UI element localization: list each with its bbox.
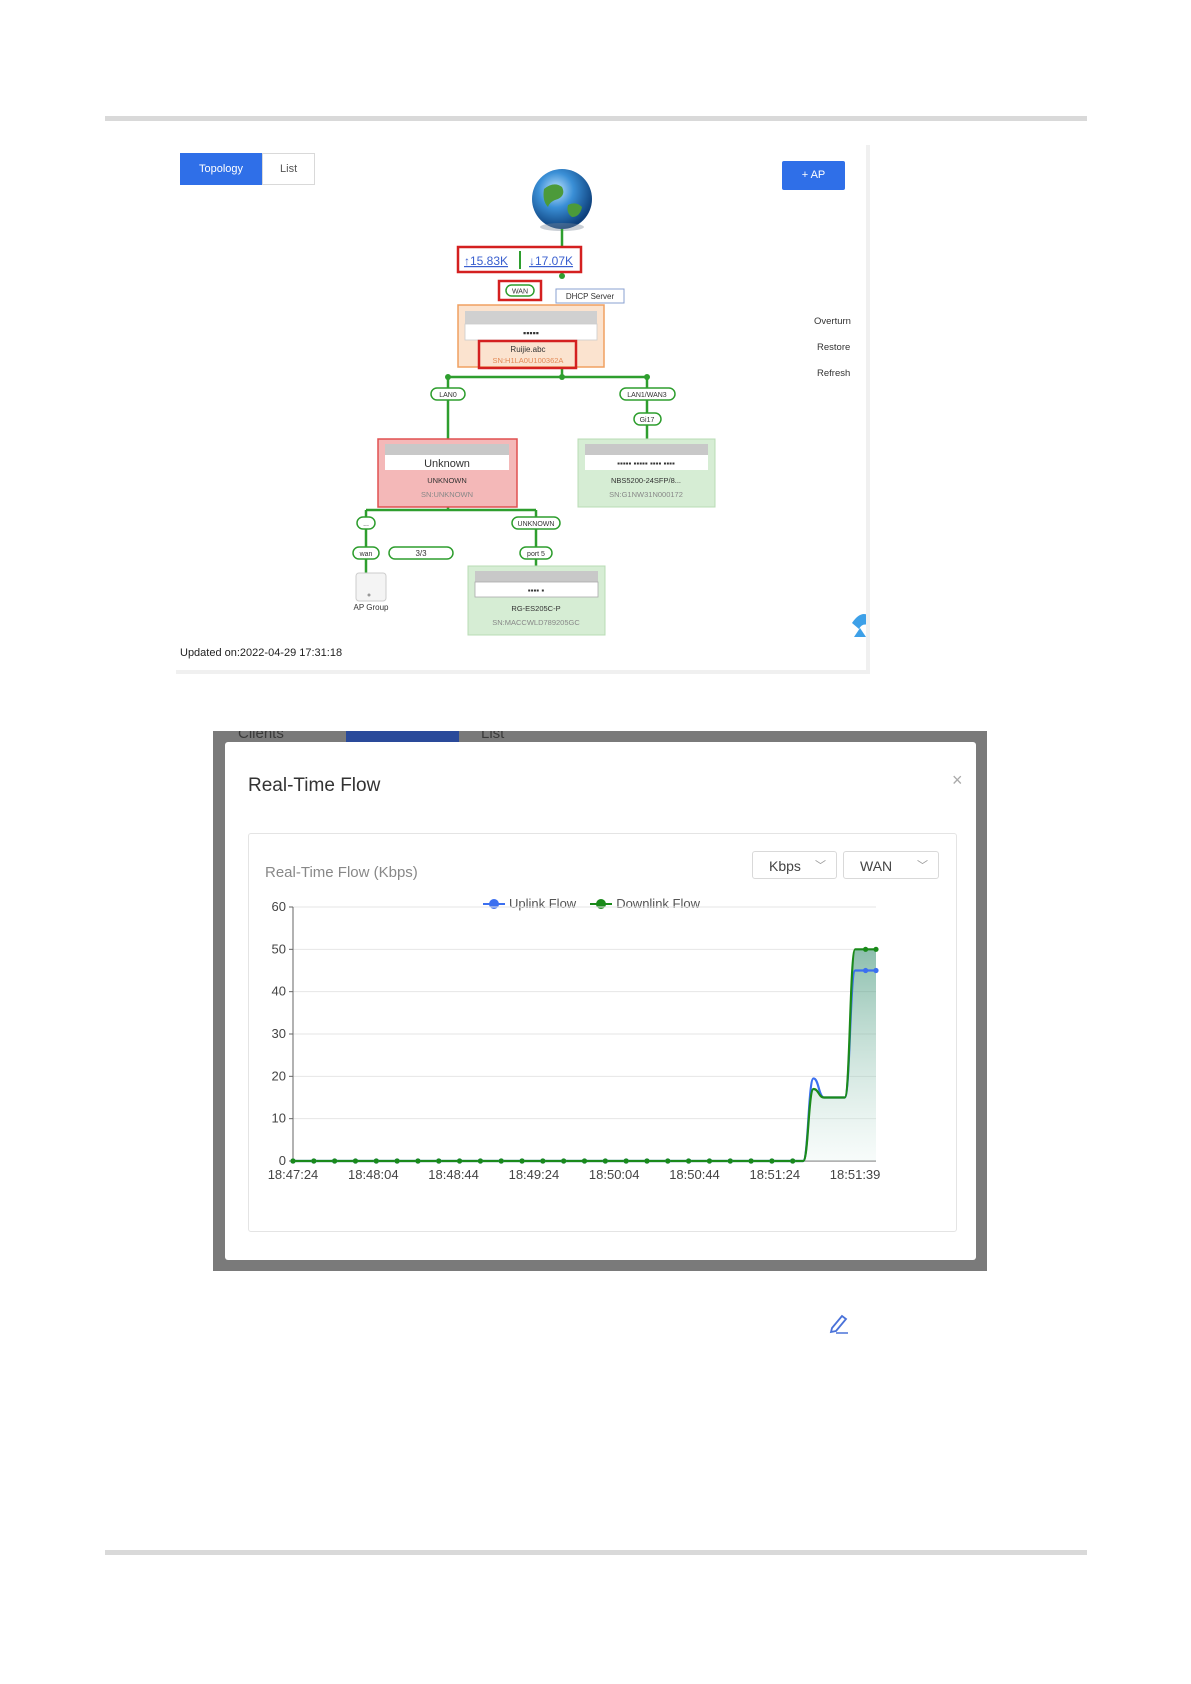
y-tick-label: 10 xyxy=(272,1111,286,1126)
wan-port-label: WAN xyxy=(512,289,528,296)
overturn-link[interactable]: Overturn xyxy=(814,316,851,327)
x-tick-label: 18:50:44 xyxy=(669,1167,720,1182)
top-rule xyxy=(105,116,1087,121)
topology-graph: ↑15.83K ↓17.07K WAN DHCP Server ▪▪▪▪▪ Ru… xyxy=(352,169,866,637)
x-tick-label: 18:48:44 xyxy=(428,1167,479,1182)
downlink-point xyxy=(415,1158,421,1164)
downlink-point xyxy=(311,1158,317,1164)
sub-label-wan: wan xyxy=(359,551,373,558)
downlink-point xyxy=(519,1158,525,1164)
uplink-series-line xyxy=(293,969,876,1163)
uplink-point xyxy=(862,967,869,974)
bg-list-text: List xyxy=(481,731,505,742)
downlink-point xyxy=(706,1158,713,1164)
updated-timestamp: Updated on:2022-04-29 17:31:18 xyxy=(180,647,343,659)
downlink-series-line xyxy=(293,948,876,1163)
unknown-device-model: UNKNOWN xyxy=(427,476,467,485)
downlink-point xyxy=(686,1158,692,1164)
y-tick-label: 60 xyxy=(272,899,286,914)
downlink-point xyxy=(394,1158,400,1164)
sub-label-port5: port 5 xyxy=(527,551,545,558)
y-tick-label: 40 xyxy=(272,984,286,999)
flow-panel: Real-Time Flow (Kbps) Kbps ﹀ WAN ﹀ Uplin… xyxy=(248,833,957,1232)
downlink-point xyxy=(790,1158,796,1164)
y-tick-label: 30 xyxy=(272,1026,286,1041)
restore-link[interactable]: Restore xyxy=(817,342,850,353)
downlink-point xyxy=(644,1158,650,1164)
topology-screenshot: Topology List + AP ↑15.83K ↓17.07K WAN D… xyxy=(176,145,870,674)
bg-clients-text: Clients xyxy=(238,731,284,742)
downlink-point xyxy=(862,946,869,952)
downlink-point xyxy=(477,1158,483,1164)
switch-model: NBS5200-24SFP/8... xyxy=(611,476,681,485)
svg-text:▪▪▪▪▪: ▪▪▪▪▪ xyxy=(523,328,539,338)
main-gateway-device[interactable]: ▪▪▪▪▪ Ruijie.abc SN:H1LA0U100362A xyxy=(457,304,605,370)
y-tick-label: 0 xyxy=(279,1153,286,1168)
unknown-device-sn: SN:UNKNOWN xyxy=(421,490,473,499)
internet-globe-icon[interactable] xyxy=(532,169,592,231)
y-tick-label: 20 xyxy=(272,1068,286,1083)
downlink-area xyxy=(293,949,876,1161)
x-tick-label: 18:48:04 xyxy=(348,1167,399,1182)
uplink-point xyxy=(873,967,879,974)
sub-label-dots: ... xyxy=(363,521,369,528)
unknown-device-name: Unknown xyxy=(424,458,470,470)
downlink-point xyxy=(373,1158,379,1164)
lan0-label: LAN0 xyxy=(439,392,457,399)
gi17-label: Gi17 xyxy=(640,417,655,424)
svg-text:▪▪▪▪▪ ▪▪▪▪▪ ▪▪▪▪ ▪▪▪▪: ▪▪▪▪▪ ▪▪▪▪▪ ▪▪▪▪ ▪▪▪▪ xyxy=(617,459,675,468)
close-icon[interactable]: × xyxy=(952,770,963,791)
device-sn: SN:H1LA0U100362A xyxy=(493,356,564,365)
x-tick-label: 18:51:39 xyxy=(830,1167,881,1182)
downlink-point xyxy=(290,1158,296,1164)
downlink-point xyxy=(623,1158,629,1164)
svg-text:▪▪▪▪ ▪: ▪▪▪▪ ▪ xyxy=(528,586,545,595)
modal-title: Real-Time Flow xyxy=(248,775,381,796)
bottom-rule xyxy=(105,1550,1087,1555)
downlink-point xyxy=(665,1158,671,1164)
es-sn: SN:MACCWLD789205GC xyxy=(492,618,580,627)
downlink-point xyxy=(727,1158,733,1164)
uplink-rate[interactable]: ↑15.83K xyxy=(464,254,508,268)
sub-label-unknown: UNKNOWN xyxy=(518,521,555,528)
ap-group-label: AP Group xyxy=(354,603,390,612)
es-switch-device[interactable]: ▪▪▪▪ ▪ RG-ES205C-P SN:MACCWLD789205GC xyxy=(467,565,606,636)
downlink-point xyxy=(873,946,879,952)
downlink-point xyxy=(602,1158,608,1164)
lan1-wan3-label: LAN1/WAN3 xyxy=(627,392,667,399)
edit-icon[interactable] xyxy=(826,1310,852,1336)
downlink-point xyxy=(436,1158,442,1164)
assistant-icon[interactable] xyxy=(852,614,866,637)
downlink-point xyxy=(748,1158,754,1164)
dhcp-server-tag: DHCP Server xyxy=(566,292,615,301)
es-model: RG-ES205C-P xyxy=(511,604,560,613)
realtime-flow-modal: Real-Time Flow × Real-Time Flow (Kbps) K… xyxy=(225,742,976,1260)
downlink-point xyxy=(581,1158,588,1164)
downlink-point xyxy=(332,1158,338,1164)
ap-group[interactable]: AP Group xyxy=(354,572,390,612)
x-tick-label: 18:49:24 xyxy=(509,1167,560,1182)
downlink-point xyxy=(769,1158,775,1164)
refresh-link[interactable]: Refresh xyxy=(817,368,850,379)
switch-device[interactable]: ▪▪▪▪▪ ▪▪▪▪▪ ▪▪▪▪ ▪▪▪▪ NBS5200-24SFP/8...… xyxy=(577,438,716,508)
downlink-point xyxy=(540,1158,546,1164)
unknown-device[interactable]: Unknown UNKNOWN SN:UNKNOWN xyxy=(377,438,518,508)
y-tick-label: 50 xyxy=(272,941,286,956)
downlink-point xyxy=(352,1158,359,1164)
downlink-point xyxy=(561,1158,567,1164)
flow-line-chart: 0 10 20 30 40 50 60 18:47:24 18:48:04 18:48:44 18:… xyxy=(268,899,881,1182)
downlink-point xyxy=(498,1158,504,1164)
device-name: Ruijie.abc xyxy=(510,345,545,354)
switch-sn: SN:G1NW31N000172 xyxy=(609,490,683,499)
x-tick-label: 18:47:24 xyxy=(268,1167,319,1182)
x-tick-label: 18:50:04 xyxy=(589,1167,640,1182)
downlink-point xyxy=(456,1158,463,1164)
realtime-flow-screenshot: Clients List Real-Time Flow × Real-Time … xyxy=(213,731,987,1271)
downlink-rate[interactable]: ↓17.07K xyxy=(529,254,573,268)
x-tick-label: 18:51:24 xyxy=(749,1167,800,1182)
ap-count-label: 3/3 xyxy=(415,549,427,558)
